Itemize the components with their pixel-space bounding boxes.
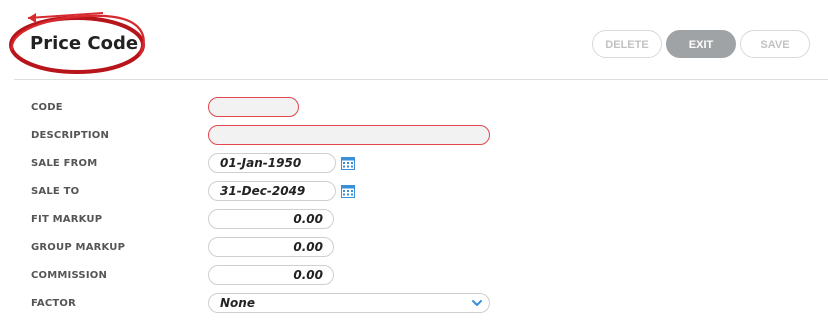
sale-to-label: SALE TO — [31, 186, 80, 197]
page-title: Price Code — [30, 33, 139, 54]
fit-markup-value: 0.00 — [293, 212, 323, 226]
code-label: CODE — [31, 102, 63, 113]
commission-value: 0.00 — [293, 268, 323, 282]
fit-markup-label: FIT MARKUP — [31, 214, 103, 225]
code-field[interactable] — [208, 97, 299, 117]
description-field[interactable] — [208, 125, 490, 145]
delete-button[interactable]: DELETE — [592, 30, 662, 58]
save-button[interactable]: SAVE — [740, 30, 810, 58]
commission-field[interactable]: 0.00 — [208, 265, 334, 285]
page-header: Price Code DELETE EXIT SAVE — [0, 0, 828, 80]
factor-select[interactable]: None — [208, 293, 490, 313]
sale-from-field[interactable]: 01-Jan-1950 — [208, 153, 336, 173]
exit-button[interactable]: EXIT — [666, 30, 736, 58]
calendar-icon[interactable] — [341, 184, 355, 198]
group-markup-value: 0.00 — [293, 240, 323, 254]
sale-to-value: 31-Dec-2049 — [220, 184, 306, 198]
group-markup-label: GROUP MARKUP — [31, 242, 126, 253]
sale-to-field[interactable]: 31-Dec-2049 — [208, 181, 336, 201]
factor-value: None — [220, 296, 255, 310]
factor-label: FACTOR — [31, 298, 76, 309]
sale-from-label: SALE FROM — [31, 158, 98, 169]
chevron-down-icon — [472, 300, 482, 306]
calendar-icon[interactable] — [341, 156, 355, 170]
fit-markup-field[interactable]: 0.00 — [208, 209, 334, 229]
commission-label: COMMISSION — [31, 270, 108, 281]
header-divider — [14, 79, 828, 80]
sale-from-value: 01-Jan-1950 — [220, 156, 302, 170]
description-label: DESCRIPTION — [31, 130, 110, 141]
group-markup-field[interactable]: 0.00 — [208, 237, 334, 257]
